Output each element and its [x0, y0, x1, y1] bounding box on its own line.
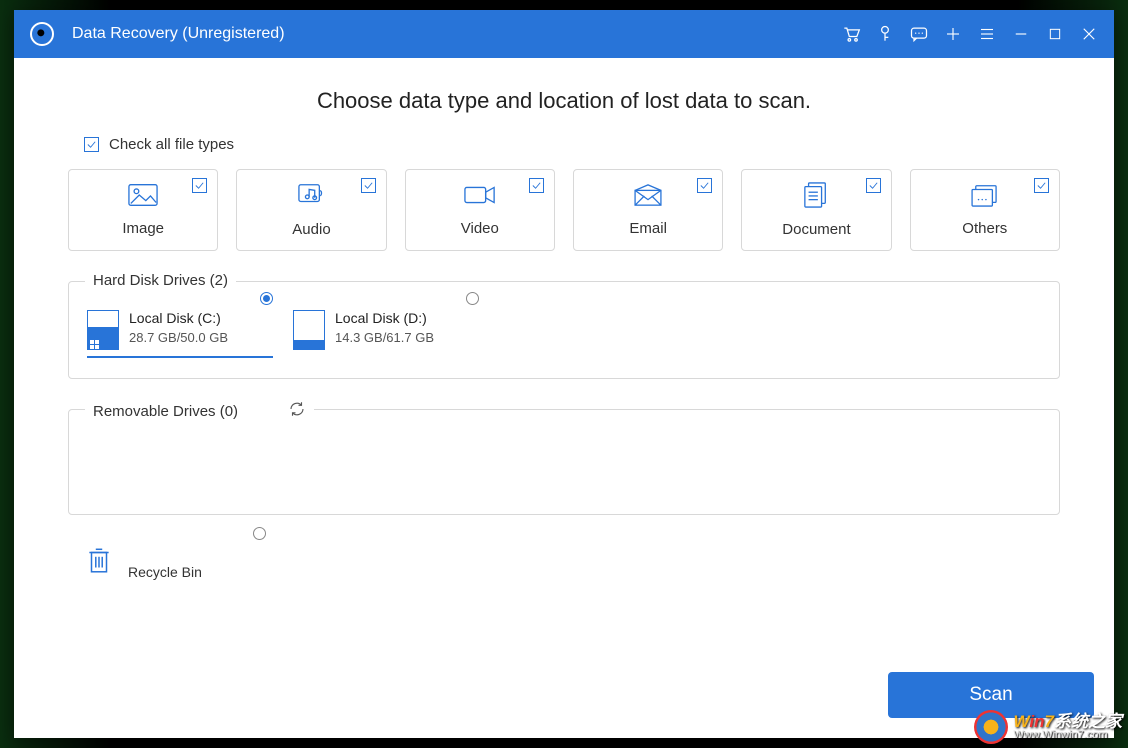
file-type-card-image[interactable]: Image	[68, 169, 218, 251]
hdd-section-label: Hard Disk Drives (2)	[85, 272, 236, 289]
disk-icon	[87, 310, 119, 350]
file-type-card-email[interactable]: Email	[573, 169, 723, 251]
recycle-bin-radio[interactable]	[253, 527, 266, 540]
video-checkbox[interactable]	[529, 178, 544, 193]
drive-name: Local Disk (C:)	[129, 310, 228, 326]
feedback-icon[interactable]	[902, 17, 936, 51]
removable-section-label: Removable Drives (0)	[85, 400, 314, 422]
check-all-checkbox[interactable]	[84, 137, 99, 152]
file-type-cards: Image Audio Video Email Document Others	[68, 169, 1060, 251]
check-all-label: Check all file types	[109, 136, 234, 153]
window-title: Data Recovery (Unregistered)	[72, 25, 285, 43]
image-checkbox[interactable]	[192, 178, 207, 193]
hdd-drives-row: Local Disk (C:)28.7 GB/50.0 GBLocal Disk…	[87, 310, 1041, 358]
close-button[interactable]	[1072, 17, 1106, 51]
audio-label: Audio	[292, 221, 330, 238]
drive-radio[interactable]	[466, 292, 479, 305]
menu-icon[interactable]	[970, 17, 1004, 51]
file-type-card-document[interactable]: Document	[741, 169, 891, 251]
others-label: Others	[962, 220, 1007, 237]
audio-checkbox[interactable]	[361, 178, 376, 193]
document-icon	[802, 182, 830, 213]
app-window: Data Recovery (Unregistered) Choose data…	[14, 10, 1114, 738]
page-heading: Choose data type and location of lost da…	[68, 88, 1060, 114]
others-icon	[970, 183, 1000, 212]
key-icon[interactable]	[868, 17, 902, 51]
document-label: Document	[782, 221, 850, 238]
disk-icon	[293, 310, 325, 350]
file-type-card-audio[interactable]: Audio	[236, 169, 386, 251]
file-type-card-video[interactable]: Video	[405, 169, 555, 251]
watermark-line1: Win7系统之家	[1014, 713, 1122, 730]
drive-item[interactable]: Local Disk (D:) 14.3 GB/61.7 GB	[293, 310, 479, 358]
hdd-section: Hard Disk Drives (2) Local Disk (C:)28.7…	[68, 281, 1060, 379]
watermark-logo-icon	[974, 710, 1008, 744]
minimize-button[interactable]	[1004, 17, 1038, 51]
drive-item[interactable]: Local Disk (C:) 28.7 GB/50.0 GB	[87, 310, 273, 358]
drive-size: 14.3 GB/61.7 GB	[335, 330, 434, 345]
video-icon	[464, 183, 496, 212]
recycle-bin-option[interactable]: Recycle Bin	[86, 545, 266, 580]
trash-icon	[86, 545, 112, 580]
others-checkbox[interactable]	[1034, 178, 1049, 193]
watermark-line2: Www.Winwin7.com	[1014, 730, 1122, 741]
app-logo-icon	[30, 22, 54, 46]
titlebar: Data Recovery (Unregistered)	[14, 10, 1114, 58]
maximize-button[interactable]	[1038, 17, 1072, 51]
watermark: Win7系统之家 Www.Winwin7.com	[974, 710, 1122, 744]
drive-size: 28.7 GB/50.0 GB	[129, 330, 228, 345]
main-content: Choose data type and location of lost da…	[14, 58, 1114, 738]
email-checkbox[interactable]	[697, 178, 712, 193]
drive-radio[interactable]	[260, 292, 273, 305]
drive-name: Local Disk (D:)	[335, 310, 434, 326]
removable-label-text: Removable Drives (0)	[93, 403, 238, 420]
audio-icon	[296, 182, 326, 213]
image-label: Image	[122, 220, 164, 237]
recycle-bin-label: Recycle Bin	[128, 564, 202, 580]
plus-icon[interactable]	[936, 17, 970, 51]
document-checkbox[interactable]	[866, 178, 881, 193]
refresh-icon[interactable]	[288, 400, 306, 422]
removable-section: Removable Drives (0)	[68, 409, 1060, 515]
file-type-card-others[interactable]: Others	[910, 169, 1060, 251]
email-icon	[633, 183, 663, 212]
email-label: Email	[629, 220, 667, 237]
check-all-row[interactable]: Check all file types	[84, 136, 1060, 153]
cart-icon[interactable]	[834, 17, 868, 51]
video-label: Video	[461, 220, 499, 237]
image-icon	[128, 183, 158, 212]
